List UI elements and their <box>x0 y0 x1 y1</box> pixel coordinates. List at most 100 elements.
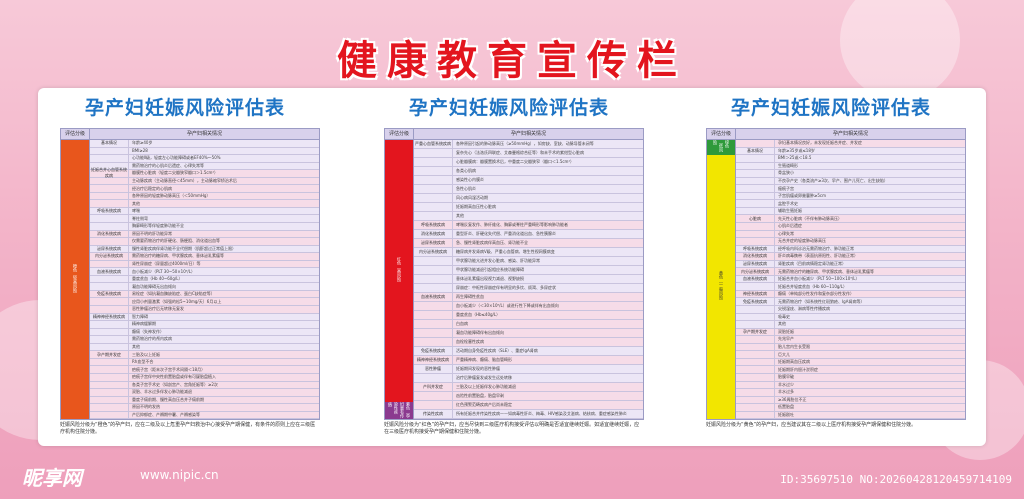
row-text: 脊柱侧弯 <box>132 215 148 221</box>
table-row: 尖锐湿疣、淋病等性传播疾病 <box>736 306 965 314</box>
table-row: 瘢痕子宫 <box>736 185 965 193</box>
table-row: 脊柱侧弯 <box>90 215 319 224</box>
row-text: 不良孕产史（各类流产≥3次、早产、围产儿死亡、出生缺陷） <box>778 178 888 183</box>
table-row: 心脏瓣膜病：瓣膜置换术后，中重度二尖瓣狭窄（瓣口＜1.5cm²） <box>414 158 643 167</box>
row-text: 其他 <box>132 344 140 350</box>
row-text: 肾性尿崩症（尿量超过4000ml/日）等 <box>132 261 201 267</box>
row-text: 哮喘 <box>132 208 140 214</box>
table-row: 心脏病 先天性心脏病（不伴有肺动脉高压） <box>736 215 965 224</box>
table-row: 癫痫（失神发作） <box>90 328 319 337</box>
row-text: 再生障碍性贫血 <box>456 294 484 299</box>
row-category <box>736 389 775 396</box>
table-row: BMI≥28 <box>90 147 319 156</box>
row-text: 双胎、羊水过多伴发心肺功能减退 <box>132 389 192 395</box>
row-category <box>90 366 129 373</box>
header-level: 评估分级 <box>61 129 90 139</box>
row-text: 无需药物治疗（如系统性红斑狼疮、IgA肾病等） <box>778 298 865 304</box>
row-category <box>736 192 775 200</box>
row-category: 孕产期并发症 <box>736 328 775 336</box>
site-url: www.nipic.cn <box>140 468 219 482</box>
row-text: 重度贫血（Hb≤40g/L） <box>456 312 501 317</box>
table-row: 泌尿系统疾病 急、慢性肾脏疾病伴高血压、肾功能不全 <box>414 239 643 248</box>
row-category <box>736 336 775 343</box>
row-category <box>90 404 129 411</box>
row-text: 复杂先心（法洛氏四联症、艾森曼格综合征等）和未手术的紫绀型心脏病 <box>456 150 584 155</box>
row-text: 精神病缓解期 <box>132 321 156 327</box>
row-category: 内分泌系统疾病 <box>414 248 453 256</box>
table-row: 妊娠期高血压疾病 <box>736 358 965 367</box>
row-category <box>414 266 453 274</box>
table-row: 其他 <box>90 343 319 352</box>
table-row: 白血病 <box>414 320 643 329</box>
table-row: 呼吸系统疾病 哮喘 <box>90 207 319 216</box>
table-row: 巨大儿 <box>736 351 965 359</box>
row-category: 呼吸系统疾病 <box>90 207 129 215</box>
row-category <box>90 411 129 419</box>
table-row: 重度贫血（Hb 40~60g/L） <box>90 275 319 284</box>
row-text: 癫痫（单纯部分性发作和复杂部分性发作） <box>778 291 854 297</box>
table-row: 无合并症的轻度肺动脉高压 <box>736 238 965 246</box>
table-row: 主动脉疾病（主动脉直径＜45mm），主动脉缩窄矫治术后 <box>90 177 319 186</box>
row-category <box>736 177 775 185</box>
row-text: 妊娠剧吐 <box>778 411 794 417</box>
row-text: 年龄≥40岁 <box>132 140 153 146</box>
image-id-text: ID:35697510 NO:20260428120459714109 <box>780 473 1012 486</box>
banner-title: 健康教育宣传栏 <box>337 38 687 84</box>
table-row: 不良孕产史（各类流产≥3次、早产、围产儿死亡、出生缺陷） <box>736 177 965 186</box>
row-category <box>736 200 775 207</box>
table-header: 评估分级 孕产妇相关情况 <box>385 129 643 140</box>
table-row: 基本情况 年龄≥40岁 <box>90 140 319 148</box>
row-category <box>414 257 453 265</box>
table-row: 各种原因的轻度肺动脉高压（＜50mmHg） <box>90 192 319 201</box>
row-category: 血液系统疾病 <box>90 268 129 275</box>
row-text: 血栓栓塞性疾病 <box>456 339 484 344</box>
table-header: 评估分级 孕产妇相关情况 <box>61 129 319 140</box>
row-text: 需药物治疗的心肌炎后遗症、心律失常等 <box>132 162 204 168</box>
row-text: 活动期自身免疫性疾病（SLE）、重症IgA肾病 <box>456 348 538 353</box>
row-text: 需药物治疗的糖尿病、甲状腺疾病、垂体泌乳素瘤等 <box>132 253 224 259</box>
row-category: 孕产期并发症 <box>90 351 129 358</box>
table-row: Rh血型不合 <box>90 358 319 367</box>
row-category <box>90 358 129 366</box>
row-category <box>736 351 775 358</box>
table-header: 评估分级 孕产妇相关情况 <box>707 129 965 140</box>
row-text: 吸毒史 <box>778 313 790 319</box>
table-row: 双胎、羊水过多伴发心肺功能减退 <box>90 389 319 397</box>
row-text: 产后抑郁症、产褥期中暑、产褥感染等 <box>132 411 200 417</box>
row-category <box>736 321 775 328</box>
panel-title: 孕产妇妊娠风险评估表 <box>84 97 285 119</box>
row-category: 内分泌系统疾病 <box>736 268 775 275</box>
table-row: 妊娠合并心血管系统疾病 瓣膜性心脏病（轻度二尖瓣狭窄瓣口＞1.5cm²） <box>90 167 319 178</box>
table-row: 血液系统疾病 血小板减少（PLT 30~50×10⁹/L） <box>90 268 319 276</box>
table-row: 胎儿宫内生长受限 <box>736 343 965 352</box>
table-row: 妊娠期肝内胆汁淤积症 <box>736 366 965 374</box>
row-category <box>736 230 775 238</box>
table-row: 重度贫血（Hb≤40g/L） <box>414 311 643 320</box>
row-category <box>414 392 453 400</box>
row-category: 血液系统疾病 <box>736 275 775 283</box>
row-text: 心脏瓣膜病：瓣膜置换术后，中重度二尖瓣狭窄（瓣口＜1.5cm²） <box>456 159 575 164</box>
header-conditions: 孕产妇相关情况 <box>510 131 546 137</box>
row-category <box>90 336 129 343</box>
row-text: 其他 <box>778 321 786 327</box>
table-row: 孕妇基本情况良好，未发现妊娠合并症、并发症 <box>736 140 965 148</box>
row-text: 羊水过少 <box>778 381 794 387</box>
row-text: 癫痫（失神发作） <box>132 328 164 334</box>
row-text: 凝血功能障碍伴有出血倾向 <box>456 330 504 335</box>
row-text: ≥36周胎位不正 <box>778 396 807 402</box>
panel-title: 孕产妇妊娠风险评估表 <box>730 97 931 119</box>
row-category <box>90 343 129 351</box>
table-rows: 基本情况 年龄≥40岁 BMI≥28 心功能Ⅱ级，轻度左心功能障碍或者EF40%～50… <box>90 140 319 419</box>
table-row: 甲状腺功能亢进并发心脏病、感染、肝功能异常 <box>414 257 643 266</box>
row-text: 疤痕子宫伴中央性前置胎盘或伴有可疑胎盘植入 <box>132 374 216 380</box>
row-text: 红色预警范畴疾病产后尚未稳定 <box>456 402 512 407</box>
row-category <box>736 207 775 215</box>
level-column: 绿色（低风险） 黄色（一般风险） <box>707 140 736 419</box>
table-row: 妊娠期高血压性心脏病 <box>414 203 643 212</box>
table-row: 妊娠合并轻度贫血（Hb 60~110g/L） <box>736 283 965 291</box>
table-row: 疤痕子宫伴中央性前置胎盘或伴有可疑胎盘植入 <box>90 373 319 382</box>
row-category <box>90 238 129 245</box>
panel-red: 孕产妇妊娠风险评估表 评估分级 孕产妇相关情况 红色（高风险） 紫色（孕妇患有传… <box>364 94 654 442</box>
row-text: 主动脉疾病（主动脉直径＜45mm），主动脉缩窄矫治术后 <box>132 178 237 183</box>
table-row: 产后抑郁症、产褥期中暑、产褥感染等 <box>90 411 319 419</box>
